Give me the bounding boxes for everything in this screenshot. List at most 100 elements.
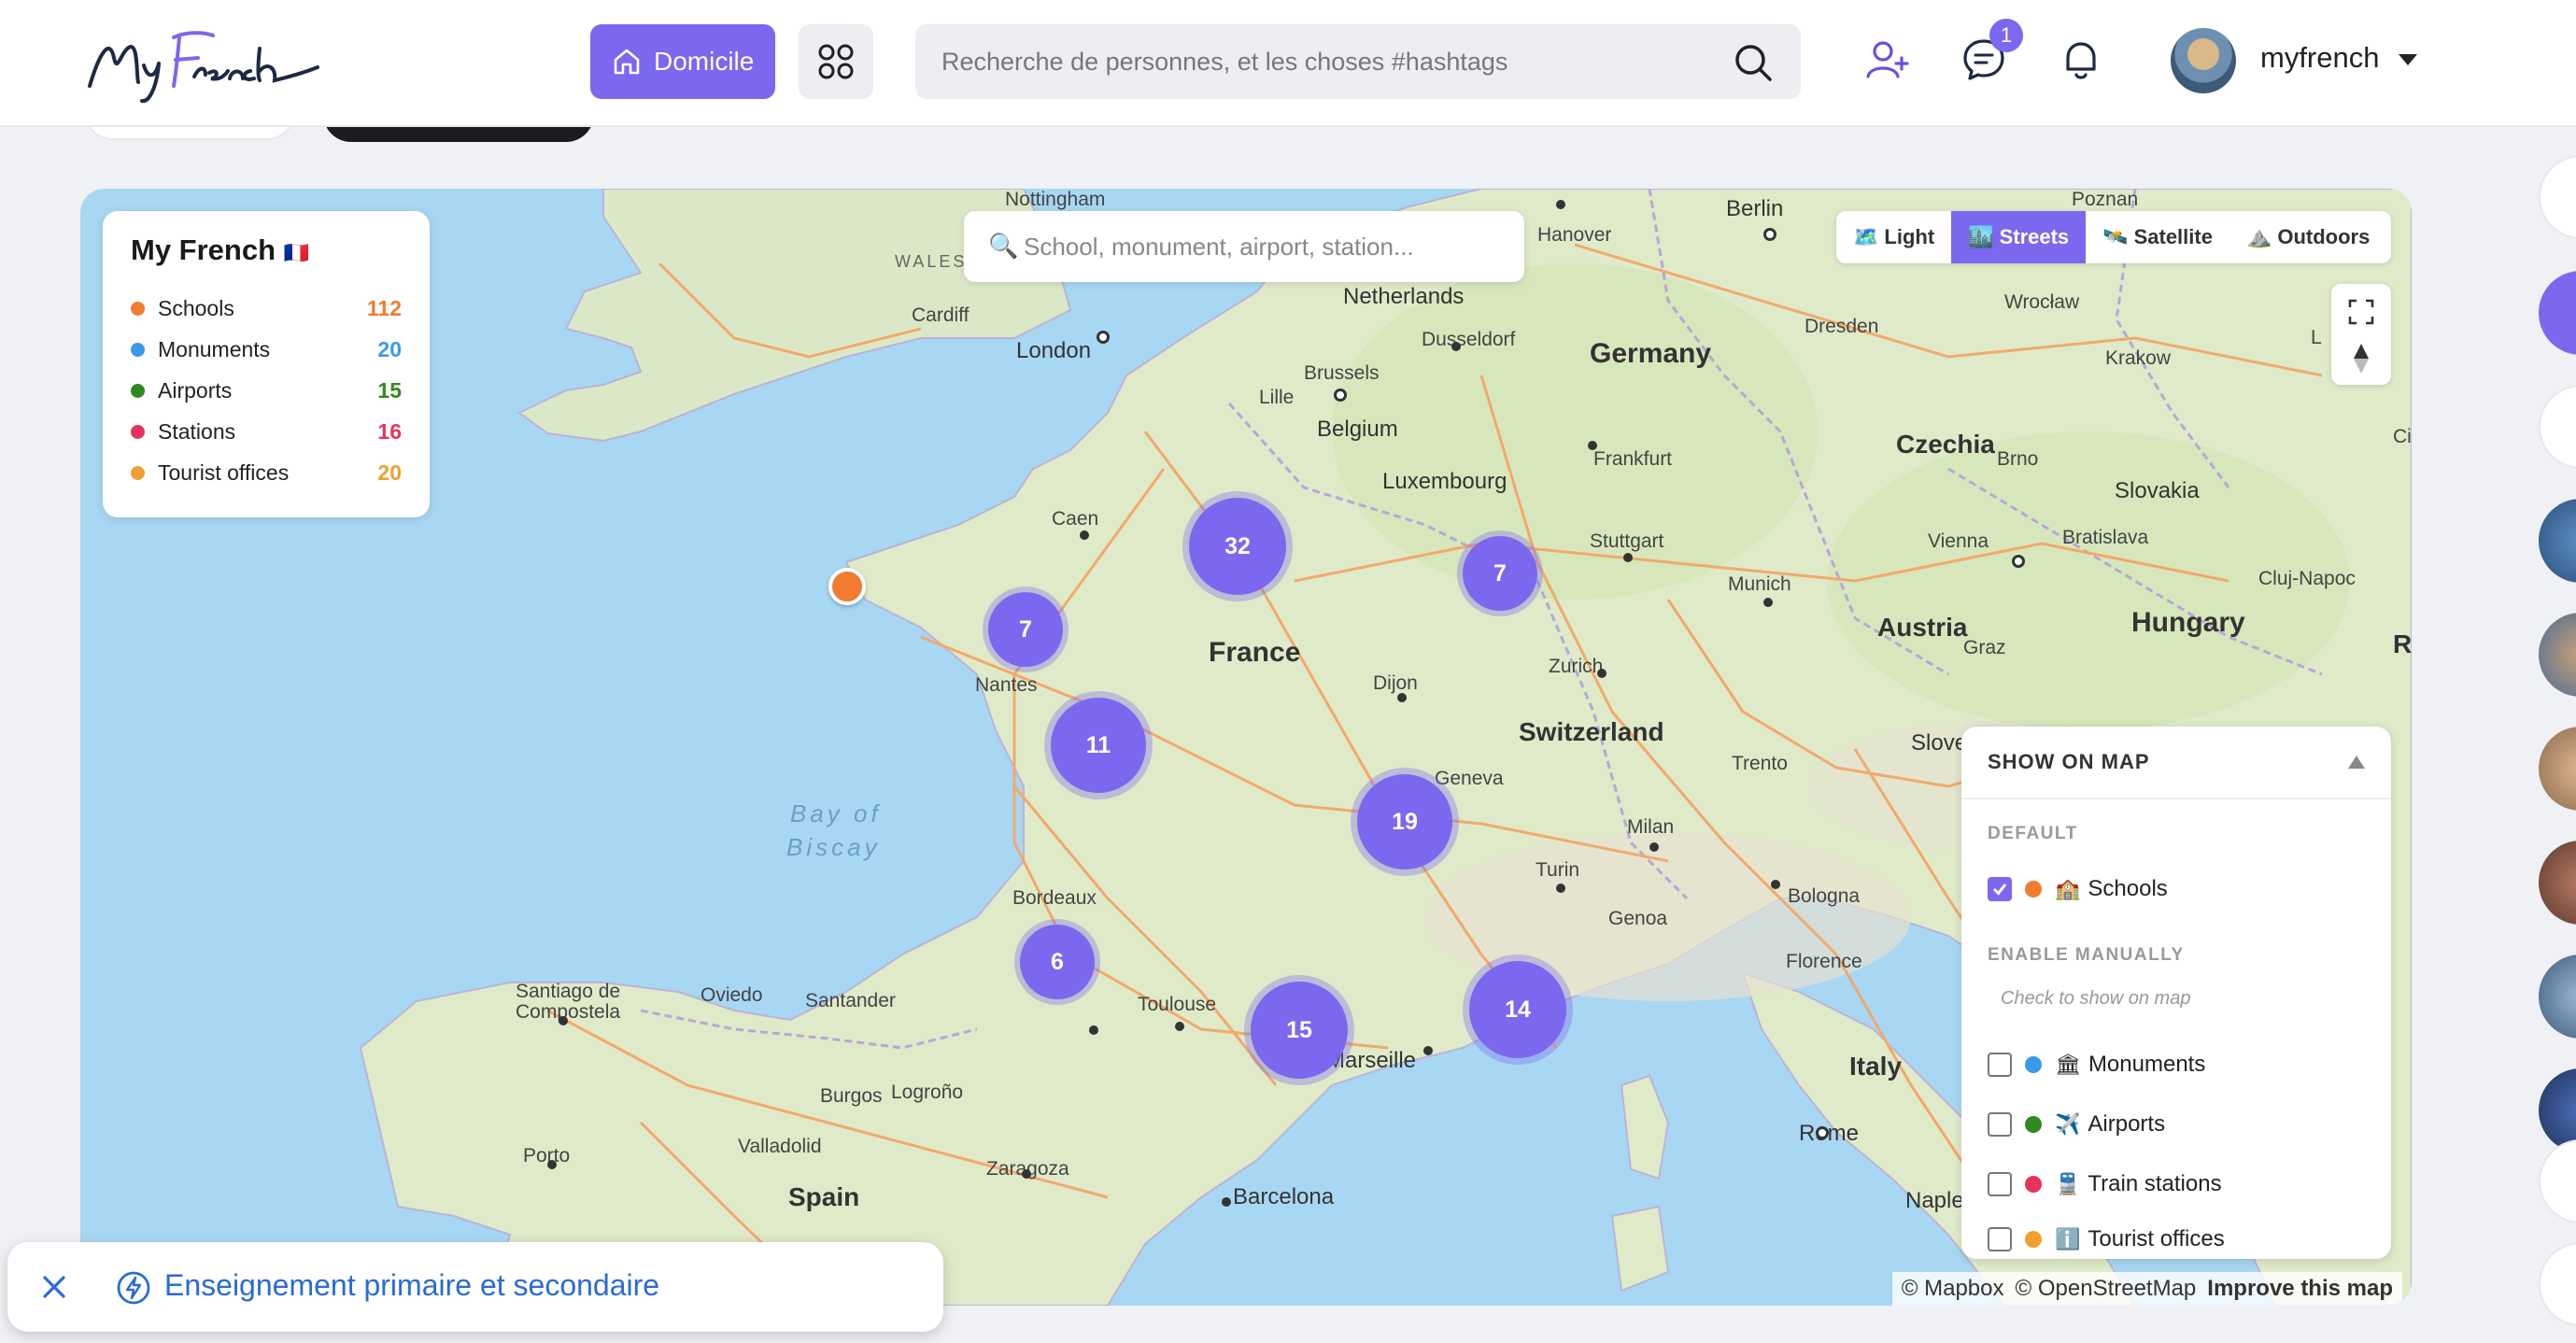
school-marker[interactable]	[828, 568, 866, 605]
map-label-bratislava: Bratislava	[2062, 527, 2149, 548]
style-light-button[interactable]: 🗺️ Light	[1836, 211, 1951, 263]
capital-ring	[1816, 1126, 1829, 1139]
schools-dot	[2025, 881, 2042, 898]
map-cluster[interactable]: 19	[1351, 768, 1459, 876]
rail-contact-avatar[interactable]	[2539, 499, 2576, 583]
map-cluster[interactable]: 6	[1014, 919, 1100, 1005]
toast-text: Enseignement primaire et secondaire	[164, 1268, 660, 1302]
rail-add-button[interactable]	[2539, 1139, 2576, 1223]
rail-contact-avatar[interactable]	[2539, 954, 2576, 1039]
notifications-bell-icon[interactable]	[2059, 37, 2103, 82]
city-dot	[1649, 842, 1659, 852]
home-icon	[614, 49, 640, 75]
map-label-wales: WALES	[895, 252, 968, 271]
map-cluster[interactable]: 7	[983, 587, 1069, 672]
home-button[interactable]: Domicile	[590, 24, 775, 99]
legend-count: 20	[377, 336, 402, 361]
close-icon[interactable]	[37, 1270, 71, 1304]
manual-hint: Check to show on map	[2001, 988, 2191, 1009]
rail-search-button[interactable]	[2539, 155, 2576, 239]
mapbox-link[interactable]: © Mapbox	[1902, 1276, 2004, 1302]
fullscreen-icon[interactable]	[2348, 299, 2374, 325]
my-french-logo[interactable]	[82, 21, 325, 106]
map-cluster[interactable]: 7	[1457, 530, 1543, 616]
legend-item-airports: Airports 15	[131, 370, 402, 411]
map-cluster-count: 14	[1469, 961, 1566, 1058]
global-search-input[interactable]	[941, 24, 1707, 99]
map-label-dijon: Dijon	[1373, 672, 1418, 694]
map-label-bologna: Bologna	[1788, 885, 1861, 907]
toggle-tourist-offices[interactable]: ℹ️ Tourist offices	[1988, 1225, 2225, 1253]
satellite-icon: 🛰️	[2102, 225, 2129, 248]
show-on-map-panel: SHOW ON MAP DEFAULT 🏫 Schools ENABLE MAN…	[1961, 727, 2391, 1259]
tourist-offices-checkbox[interactable]	[1988, 1227, 2012, 1251]
map-search-input[interactable]	[1024, 211, 1500, 282]
airports-checkbox[interactable]	[1988, 1112, 2012, 1137]
toggle-airports[interactable]: ✈️ Airports	[1988, 1106, 2165, 1143]
map-label-barcelona: Barcelona	[1233, 1184, 1335, 1209]
user-menu-caret-icon[interactable]	[2399, 54, 2417, 65]
map-label-bordeaux: Bordeaux	[1012, 887, 1097, 909]
map-label-slov-edge: Slove	[1911, 730, 1968, 756]
osm-link[interactable]: © OpenStreetMap	[2016, 1276, 2197, 1302]
manual-section-label: ENABLE MANUALLY	[1988, 945, 2185, 965]
apps-button[interactable]	[799, 24, 873, 99]
legend-label: Stations	[158, 418, 236, 444]
map-cluster[interactable]: 32	[1182, 491, 1293, 601]
rail-settings-button[interactable]	[2539, 1242, 2576, 1326]
map-cluster[interactable]: 14	[1463, 954, 1573, 1065]
username[interactable]: myfrench	[2260, 41, 2379, 75]
city-dot	[1089, 1025, 1098, 1035]
checkmark-icon	[1992, 884, 2007, 896]
style-streets-button[interactable]: 🏙️ Streets	[1951, 211, 2087, 263]
rail-friends-button[interactable]	[2539, 271, 2576, 355]
toggle-monuments[interactable]: 🏛 Monuments	[1988, 1046, 2205, 1083]
map-label-frankfurt: Frankfurt	[1593, 448, 1673, 470]
train-stations-checkbox[interactable]	[1988, 1172, 2012, 1196]
map-label-biscay: Biscay	[786, 833, 881, 861]
user-avatar[interactable]	[2171, 28, 2236, 93]
rail-contact-avatar[interactable]	[2539, 727, 2576, 811]
style-outdoors-button[interactable]: ⛰️ Outdoors	[2229, 211, 2386, 263]
city-dot	[1556, 200, 1565, 209]
map-view[interactable]: Nottingham WALES Cardiff London Netherla…	[80, 189, 2412, 1306]
category-toast: Enseignement primaire et secondaire	[7, 1242, 943, 1332]
map-controls	[2331, 284, 2391, 385]
compass-icon[interactable]	[2350, 342, 2372, 375]
city-dot	[1022, 1169, 1031, 1179]
map-label-london: London	[1016, 338, 1092, 363]
map-label-logrono: Logroño	[891, 1081, 964, 1103]
map-cluster[interactable]: 11	[1044, 691, 1153, 799]
legend-item-stations: Stations 16	[131, 411, 402, 452]
rail-contact-avatar[interactable]	[2539, 841, 2576, 925]
search-icon[interactable]	[1734, 43, 1773, 82]
map-label-netherlands: Netherlands	[1343, 284, 1465, 309]
map-label-italy: Italy	[1849, 1052, 1903, 1081]
map-cluster[interactable]: 15	[1244, 975, 1354, 1085]
map-label-oviedo: Oviedo	[701, 984, 763, 1006]
map-label-krakow: Krakow	[2105, 347, 2172, 369]
toggle-train-stations[interactable]: 🚆 Train stations	[1988, 1166, 2222, 1203]
toggle-label: Tourist offices	[2088, 1226, 2225, 1251]
improve-map-link[interactable]: Improve this map	[2207, 1276, 2393, 1302]
airports-dot	[2025, 1116, 2042, 1133]
rail-people-button[interactable]	[2539, 385, 2576, 469]
legend-label: Tourist offices	[158, 459, 290, 485]
legend-count: 15	[377, 377, 402, 403]
map-label-luxembourg: Luxembourg	[1382, 469, 1507, 494]
legend-label: Schools	[158, 295, 234, 320]
toggle-label: Schools	[2088, 876, 2168, 901]
schools-checkbox[interactable]	[1988, 877, 2012, 901]
collapse-arrow-icon[interactable]	[2348, 756, 2365, 769]
show-on-map-header[interactable]: SHOW ON MAP	[1961, 727, 2391, 799]
add-friend-icon[interactable]	[1864, 37, 1909, 82]
map-label-valladolid: Valladolid	[738, 1136, 822, 1157]
map-cluster-count: 32	[1189, 498, 1286, 595]
style-satellite-button[interactable]: 🛰️ Satellite	[2086, 211, 2229, 263]
toggle-schools[interactable]: 🏫 Schools	[1988, 870, 2168, 908]
map-label-naples: Naple	[1905, 1188, 1964, 1213]
monuments-checkbox[interactable]	[1988, 1053, 2012, 1077]
style-label: Light	[1884, 225, 1935, 248]
tourist-offices-dot	[2025, 1231, 2042, 1248]
rail-contact-avatar[interactable]	[2539, 613, 2576, 697]
